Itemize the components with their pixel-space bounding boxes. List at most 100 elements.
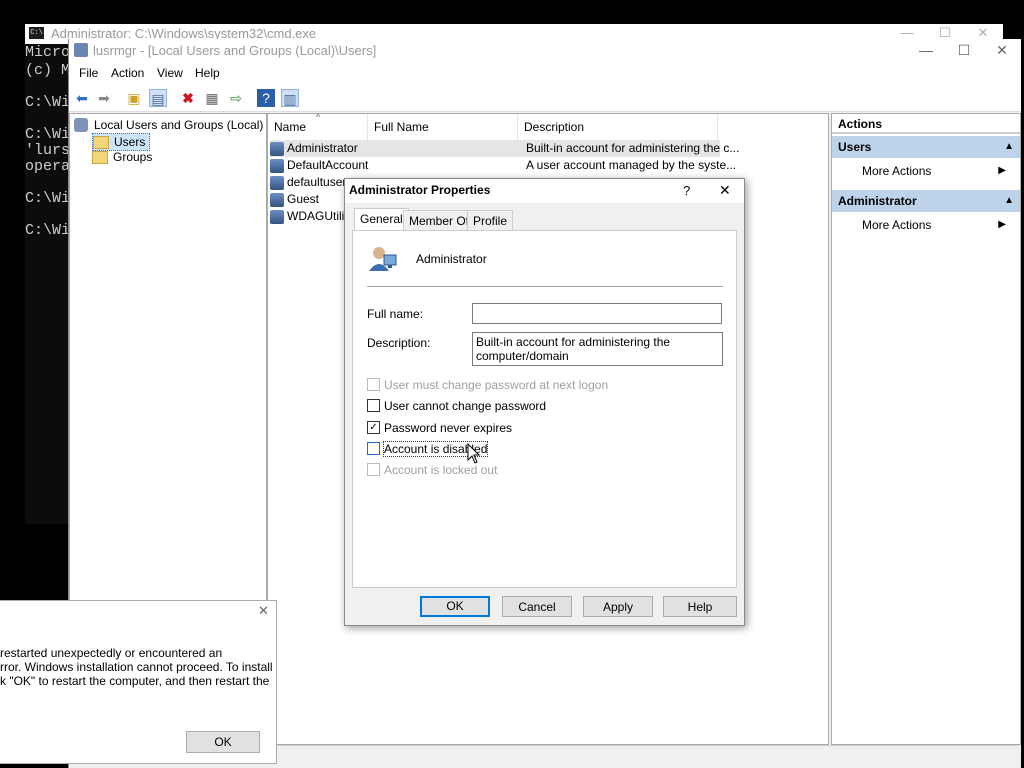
user-name: Administrator — [287, 141, 358, 155]
close-icon[interactable]: ✕ — [719, 182, 731, 199]
dialog-title: Administrator Properties — [349, 183, 491, 197]
setup-error-dialog[interactable]: ✕ restarted unexpectedly or encountered … — [0, 600, 277, 764]
checkmark-icon[interactable]: ✓ — [367, 421, 380, 435]
close-icon[interactable]: ✕ — [983, 39, 1021, 63]
description-field[interactable]: Built-in account for administering the c… — [472, 332, 723, 366]
submenu-arrow-icon: ▶ — [998, 165, 1006, 176]
back-icon[interactable]: ⬅ — [73, 89, 91, 107]
section-title: Users — [838, 140, 872, 154]
user-name: defaultuser — [287, 175, 347, 189]
user-name-heading: Administrator — [416, 252, 487, 266]
checkbox-box[interactable] — [367, 463, 380, 477]
tab-profile[interactable]: Profile — [467, 210, 514, 231]
checkbox-label: Account is locked out — [384, 463, 498, 477]
cmd-line: opera — [25, 158, 71, 175]
checkbox-label: Password never expires — [384, 421, 513, 435]
user-avatar-icon — [367, 243, 397, 273]
actions-header: Actions — [832, 114, 1020, 134]
password-never-expires-checkbox[interactable]: ✓ Password never expires — [367, 420, 512, 436]
maximize-icon[interactable]: ☐ — [945, 39, 983, 63]
dialog-titlebar[interactable]: Administrator Properties ? ✕ — [345, 179, 744, 203]
status-bar — [267, 745, 1019, 768]
user-name: DefaultAccount — [287, 158, 369, 172]
help-icon[interactable]: ? — [683, 183, 690, 198]
show-hide-action-pane-icon[interactable]: ▥ — [281, 89, 299, 107]
help-button[interactable]: Help — [663, 596, 737, 617]
export-icon[interactable]: ⇨ — [227, 89, 245, 107]
user-icon — [270, 209, 284, 224]
forward-icon[interactable]: ➡ — [95, 89, 113, 107]
more-actions-administrator[interactable]: More Actions ▶ — [862, 215, 1012, 235]
show-hide-tree-icon[interactable]: ▤ — [149, 89, 167, 107]
mouse-cursor-icon — [467, 443, 481, 464]
folder-icon — [93, 136, 109, 150]
collapse-icon[interactable]: ▲ — [1004, 136, 1014, 158]
tree-root-label: Local Users and Groups (Local) — [94, 118, 264, 132]
tab-member-of[interactable]: Member Of — [403, 210, 476, 231]
column-header-full-name[interactable]: Full Name — [368, 114, 518, 140]
lusrmgr-titlebar[interactable]: lusrmgr - [Local Users and Groups (Local… — [69, 39, 1021, 63]
toolbar: ⬅ ➡ ▣ ▤ ✖ ▦ ⇨ ? ▥ — [69, 85, 1021, 112]
user-description: A user account managed by the syste... — [526, 158, 737, 172]
divider — [367, 286, 723, 287]
window-title: lusrmgr - [Local Users and Groups (Local… — [93, 43, 377, 58]
more-actions-users[interactable]: More Actions ▶ — [862, 161, 1012, 181]
cmd-line: C:\Wi — [25, 222, 71, 239]
actions-section-administrator[interactable]: Administrator ▲ — [832, 190, 1020, 212]
cmd-line: C:\Wi — [25, 190, 71, 207]
must-change-password-checkbox[interactable]: User must change password at next logon — [367, 377, 608, 393]
tree-item-groups[interactable]: Groups — [92, 149, 152, 165]
ok-button[interactable]: OK — [186, 731, 260, 753]
menu-bar: File Action View Help — [69, 63, 1021, 85]
minimize-icon[interactable]: — — [907, 39, 945, 63]
ok-button[interactable]: OK — [420, 596, 490, 617]
user-icon — [270, 141, 284, 156]
full-name-field[interactable] — [472, 303, 722, 324]
up-folder-icon[interactable]: ▣ — [125, 89, 143, 107]
cancel-button[interactable]: Cancel — [502, 596, 572, 617]
column-header-description[interactable]: Description — [518, 114, 718, 140]
actions-section-users[interactable]: Users ▲ — [832, 136, 1020, 158]
properties-icon[interactable]: ▦ — [203, 89, 221, 107]
checkbox-label: User must change password at next logon — [384, 378, 609, 392]
delete-icon[interactable]: ✖ — [179, 89, 197, 107]
user-name: Guest — [287, 192, 320, 206]
table-row[interactable]: DefaultAccount A user account managed by… — [270, 157, 736, 174]
actions-pane: Actions Users ▲ More Actions ▶ Administr… — [831, 113, 1021, 745]
tree-root[interactable]: Local Users and Groups (Local) — [74, 117, 263, 133]
user-icon — [270, 175, 284, 190]
help-icon[interactable]: ? — [257, 89, 275, 107]
menu-file[interactable]: File — [79, 66, 98, 80]
description-label: Description: — [367, 336, 431, 350]
users-app-icon — [74, 43, 88, 57]
general-tab-panel: Administrator Full name: Description: Bu… — [352, 230, 737, 588]
cannot-change-password-checkbox[interactable]: User cannot change password — [367, 398, 546, 414]
checkbox-box[interactable] — [367, 378, 380, 392]
error-line: rror. Windows installation cannot procee… — [0, 660, 273, 674]
collapse-icon[interactable]: ▲ — [1004, 190, 1014, 212]
cmd-line: (c) M — [25, 62, 71, 79]
submenu-arrow-icon: ▶ — [998, 219, 1006, 230]
user-description: Built-in account for administering the c… — [526, 141, 740, 155]
cmd-line: Micro — [25, 44, 71, 61]
tab-general[interactable]: General — [354, 208, 409, 232]
menu-help[interactable]: Help — [195, 66, 220, 80]
action-label: More Actions — [862, 218, 932, 232]
section-title: Administrator — [838, 194, 917, 208]
error-line: k "OK" to restart the computer, and then… — [0, 674, 270, 688]
menu-action[interactable]: Action — [111, 66, 144, 80]
error-message: restarted unexpectedly or encountered an… — [0, 646, 273, 688]
sort-ascending-icon: ^ — [316, 112, 321, 122]
table-row[interactable]: Administrator Built-in account for admin… — [270, 140, 739, 157]
properties-dialog[interactable]: Administrator Properties ? ✕ General Mem… — [344, 178, 745, 626]
checkbox-box[interactable] — [367, 399, 380, 413]
close-icon[interactable]: ✕ — [258, 603, 269, 619]
full-name-label: Full name: — [367, 307, 424, 321]
menu-view[interactable]: View — [157, 66, 183, 80]
apply-button[interactable]: Apply — [583, 596, 653, 617]
cmd-line: C:\Wi — [25, 94, 71, 111]
action-label: More Actions — [862, 164, 932, 178]
checkbox-box[interactable] — [367, 442, 380, 456]
tree-item-label: Users — [114, 135, 146, 149]
cmd-line: C:\Wi — [25, 126, 71, 143]
